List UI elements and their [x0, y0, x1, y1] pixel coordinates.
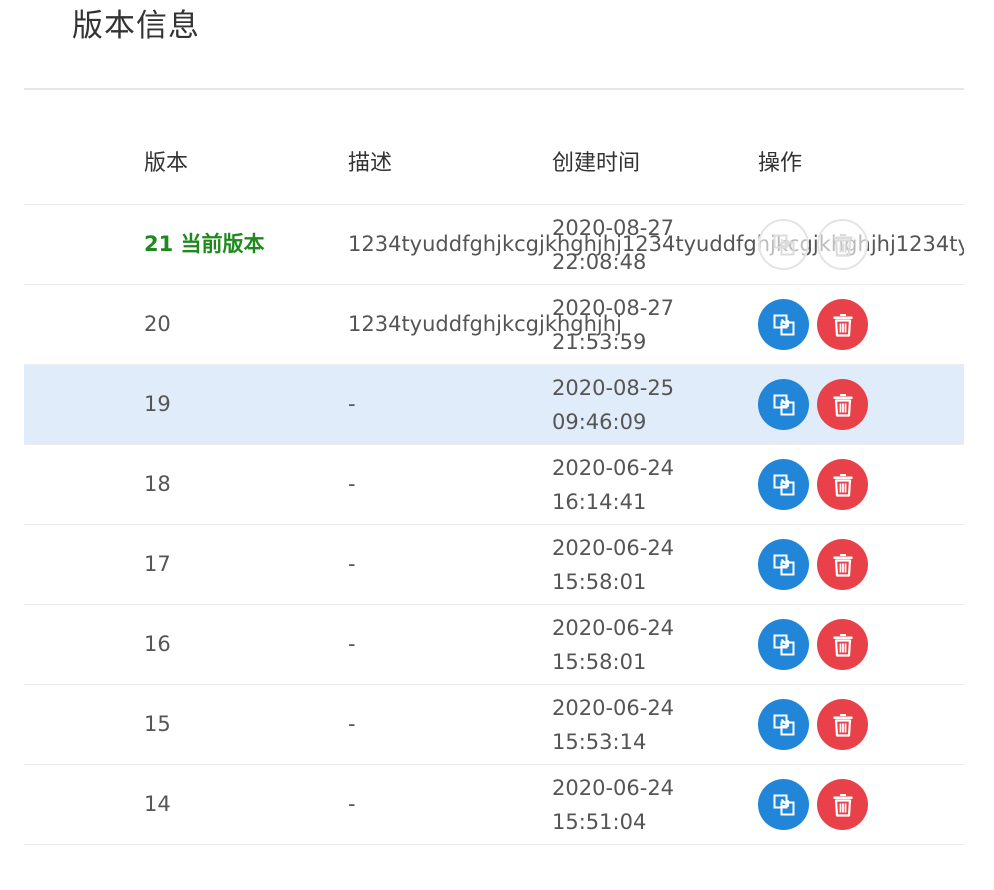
created-date: 2020-08-27: [552, 295, 675, 320]
switch-version-icon: [773, 234, 794, 255]
version-number: 20: [144, 312, 171, 336]
created-clock: 15:51:04: [552, 809, 647, 834]
created-clock: 15:58:01: [552, 649, 647, 674]
version-number: 19: [144, 392, 171, 416]
delete-version-button: [817, 219, 868, 270]
version-table: 版本 描述 创建时间 操作 21 当前版本 1234tyuddfghjkcgjk…: [24, 124, 964, 845]
delete-version-button[interactable]: [817, 779, 868, 830]
row-actions: [758, 205, 868, 284]
created-time: 2020-08-27 21:53:59: [552, 285, 674, 364]
table-row[interactable]: 18 - 2020-06-24 16:14:41: [24, 445, 964, 525]
switch-version-button[interactable]: [758, 379, 809, 430]
delete-version-button[interactable]: [817, 699, 868, 750]
switch-version-icon: [773, 474, 794, 495]
table-row[interactable]: 16 - 2020-06-24 15:58:01: [24, 605, 964, 685]
version-info-page: 版本信息 版本 描述 创建时间 操作 21 当前版本 1234tyuddfghj…: [0, 0, 994, 890]
switch-version-icon: [773, 554, 794, 575]
created-date: 2020-06-24: [552, 775, 675, 800]
trash-icon: [833, 393, 852, 417]
switch-version-button[interactable]: [758, 779, 809, 830]
row-actions: [758, 605, 868, 684]
created-date: 2020-06-24: [552, 615, 675, 640]
switch-version-button[interactable]: [758, 459, 809, 510]
created-date: 2020-08-27: [552, 215, 675, 240]
created-date: 2020-08-25: [552, 375, 675, 400]
created-time: 2020-06-24 15:58:01: [552, 605, 674, 684]
table-row[interactable]: 19 - 2020-08-25 09:46:09: [24, 365, 964, 445]
switch-version-button[interactable]: [758, 539, 809, 590]
version-description: -: [348, 792, 356, 816]
switch-version-icon: [773, 714, 794, 735]
page-title: 版本信息: [72, 8, 200, 44]
created-clock: 22:08:48: [552, 249, 647, 274]
column-header-description: 描述: [348, 151, 393, 176]
title-divider: [24, 88, 964, 90]
switch-version-button[interactable]: [758, 299, 809, 350]
switch-version-button[interactable]: [758, 699, 809, 750]
table-row[interactable]: 14 - 2020-06-24 15:51:04: [24, 765, 964, 845]
delete-version-button[interactable]: [817, 539, 868, 590]
trash-icon: [833, 313, 852, 337]
delete-version-button[interactable]: [817, 299, 868, 350]
version-number: 15: [144, 712, 171, 736]
created-time: 2020-06-24 16:14:41: [552, 445, 674, 524]
version-number: 17: [144, 552, 171, 576]
created-clock: 15:58:01: [552, 569, 647, 594]
row-actions: [758, 365, 868, 444]
table-body: 21 当前版本 1234tyuddfghjkcgjkhghjhj1234tyud…: [24, 205, 964, 845]
created-date: 2020-06-24: [552, 455, 675, 480]
created-clock: 21:53:59: [552, 329, 647, 354]
version-description: -: [348, 632, 356, 656]
trash-icon: [833, 553, 852, 577]
created-clock: 16:14:41: [552, 489, 647, 514]
delete-version-button[interactable]: [817, 379, 868, 430]
version-number: 21 当前版本: [144, 232, 265, 256]
created-clock: 09:46:09: [552, 409, 647, 434]
switch-version-icon: [773, 794, 794, 815]
created-time: 2020-08-25 09:46:09: [552, 365, 674, 444]
created-date: 2020-06-24: [552, 535, 675, 560]
table-row[interactable]: 20 1234tyuddfghjkcgjkhghjhj 2020-08-27 2…: [24, 285, 964, 365]
version-description: -: [348, 472, 356, 496]
version-number: 16: [144, 632, 171, 656]
version-description: -: [348, 712, 356, 736]
created-date: 2020-06-24: [552, 695, 675, 720]
trash-icon: [833, 233, 852, 257]
trash-icon: [833, 473, 852, 497]
delete-version-button[interactable]: [817, 619, 868, 670]
table-header: 版本 描述 创建时间 操作: [24, 124, 964, 205]
created-time: 2020-08-27 22:08:48: [552, 205, 674, 284]
version-number: 14: [144, 792, 171, 816]
created-clock: 15:53:14: [552, 729, 647, 754]
switch-version-button[interactable]: [758, 619, 809, 670]
column-header-actions: 操作: [758, 151, 803, 176]
column-header-version: 版本: [144, 151, 189, 176]
row-actions: [758, 445, 868, 524]
switch-version-icon: [773, 394, 794, 415]
delete-version-button[interactable]: [817, 459, 868, 510]
created-time: 2020-06-24 15:51:04: [552, 765, 674, 844]
table-row[interactable]: 15 - 2020-06-24 15:53:14: [24, 685, 964, 765]
created-time: 2020-06-24 15:53:14: [552, 685, 674, 764]
table-row[interactable]: 21 当前版本 1234tyuddfghjkcgjkhghjhj1234tyud…: [24, 205, 964, 285]
trash-icon: [833, 793, 852, 817]
row-actions: [758, 765, 868, 844]
version-number: 18: [144, 472, 171, 496]
column-header-created-at: 创建时间: [552, 151, 641, 176]
version-description: -: [348, 392, 356, 416]
row-actions: [758, 285, 868, 364]
trash-icon: [833, 713, 852, 737]
table-row[interactable]: 17 - 2020-06-24 15:58:01: [24, 525, 964, 605]
switch-version-icon: [773, 634, 794, 655]
switch-version-icon: [773, 314, 794, 335]
created-time: 2020-06-24 15:58:01: [552, 525, 674, 604]
version-description: -: [348, 552, 356, 576]
row-actions: [758, 685, 868, 764]
switch-version-button: [758, 219, 809, 270]
trash-icon: [833, 633, 852, 657]
row-actions: [758, 525, 868, 604]
